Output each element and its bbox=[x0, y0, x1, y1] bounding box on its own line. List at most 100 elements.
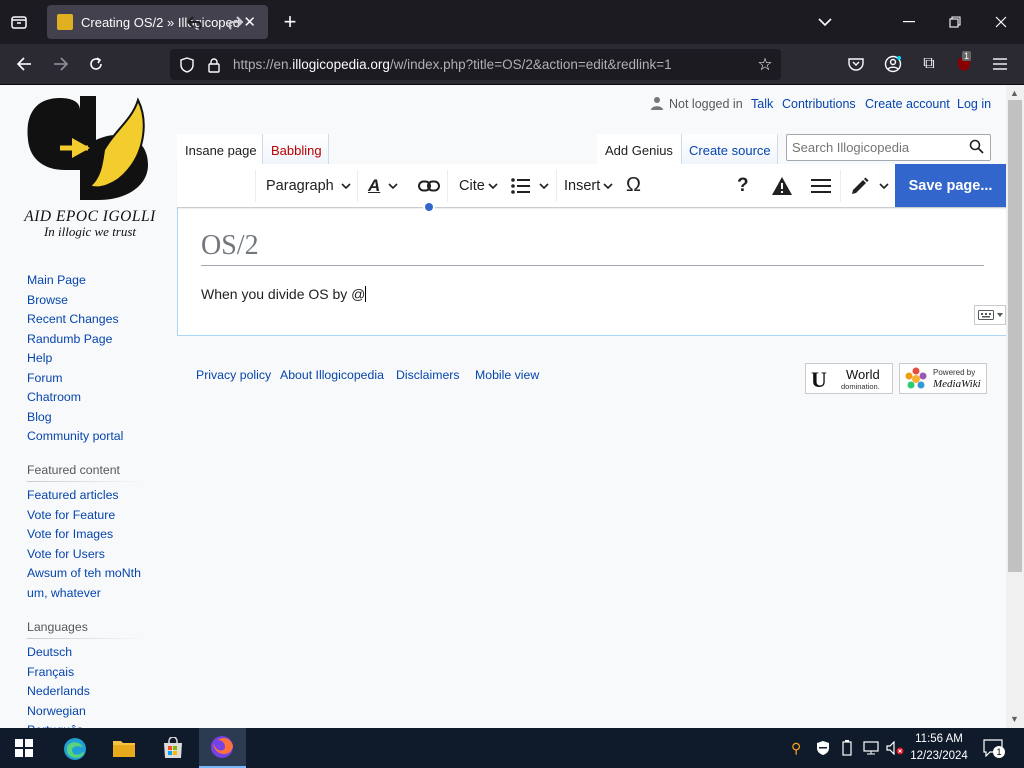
create-account-link[interactable]: Create account bbox=[865, 97, 950, 111]
sidebar-language-link[interactable]: Norwegian bbox=[27, 704, 86, 718]
search-tray-icon[interactable]: ⚲ bbox=[791, 740, 801, 757]
notices-button[interactable] bbox=[771, 164, 793, 207]
privacy-policy-link[interactable]: Privacy policy bbox=[196, 368, 271, 382]
search-input[interactable] bbox=[792, 139, 960, 156]
toolbar-divider bbox=[447, 170, 448, 202]
sidebar-link[interactable]: Recent Changes bbox=[27, 312, 119, 326]
sidebar-featured-link[interactable]: Vote for Users bbox=[27, 547, 105, 561]
firefox-taskbar-button[interactable] bbox=[199, 728, 246, 768]
sidebar-link[interactable]: Main Page bbox=[27, 273, 86, 287]
back-icon[interactable] bbox=[13, 53, 35, 75]
clock-date[interactable]: 12/23/2024 bbox=[905, 750, 973, 762]
sidebar-language-link[interactable]: Nederlands bbox=[27, 684, 90, 698]
list-dropdown[interactable] bbox=[511, 164, 549, 207]
undo-button[interactable] bbox=[186, 0, 208, 43]
ublock-icon[interactable]: 1 bbox=[953, 51, 975, 75]
notification-center-icon[interactable]: 1 bbox=[983, 739, 1005, 760]
file-explorer-icon[interactable] bbox=[112, 738, 136, 761]
contributions-link[interactable]: Contributions bbox=[782, 97, 856, 111]
special-character-button[interactable]: Ω bbox=[626, 164, 641, 207]
sidebar-featured-link[interactable]: Awsum of teh moNth bbox=[27, 566, 141, 580]
sidebar-featured-link[interactable]: Vote for Images bbox=[27, 527, 113, 541]
sidebar-link[interactable]: Randumb Page bbox=[27, 332, 112, 346]
featured-divider bbox=[27, 481, 147, 482]
log-in-link[interactable]: Log in bbox=[957, 97, 991, 111]
sidebar-link[interactable]: Help bbox=[27, 351, 52, 365]
sidebar-link[interactable]: Community portal bbox=[27, 429, 123, 443]
sidebar-language-link[interactable]: Deutsch bbox=[27, 645, 72, 659]
page-title[interactable]: OS/2 bbox=[201, 230, 259, 262]
minimize-icon[interactable] bbox=[898, 11, 920, 33]
page-body-text[interactable]: When you divide OS by @ bbox=[201, 286, 367, 302]
talk-link[interactable]: Talk bbox=[751, 97, 773, 111]
volume-muted-tray-icon[interactable] bbox=[886, 740, 904, 758]
edit-mode-dropdown[interactable] bbox=[850, 164, 889, 207]
text-style-dropdown[interactable]: A bbox=[368, 164, 398, 207]
disclaimers-link[interactable]: Disclaimers bbox=[396, 368, 460, 382]
close-window-icon[interactable] bbox=[990, 11, 1012, 33]
favicon-icon bbox=[57, 14, 73, 30]
powered-by-mediawiki-badge[interactable]: Powered by MediaWiki bbox=[899, 363, 987, 394]
cite-dropdown[interactable]: Cite bbox=[459, 164, 498, 207]
languages-divider bbox=[27, 638, 147, 639]
link-icon bbox=[418, 180, 440, 191]
restore-icon[interactable] bbox=[944, 11, 966, 33]
insert-dropdown[interactable]: Insert bbox=[564, 164, 613, 207]
url-text[interactable]: https://en.illogicopedia.org/w/index.php… bbox=[233, 57, 672, 72]
tab-add-genius-label[interactable]: Add Genius bbox=[605, 143, 673, 158]
sidebar-featured-link[interactable]: Featured articles bbox=[27, 488, 119, 502]
pocket-icon[interactable] bbox=[845, 53, 867, 75]
help-button[interactable]: ? bbox=[737, 164, 749, 207]
reload-icon[interactable] bbox=[85, 53, 107, 75]
search-icon[interactable] bbox=[969, 139, 984, 157]
sidebar-featured-link[interactable]: um, whatever bbox=[27, 586, 101, 600]
battery-tray-icon[interactable] bbox=[842, 740, 852, 759]
windows-start-icon[interactable] bbox=[15, 739, 33, 760]
save-page-button[interactable]: Save page... bbox=[895, 164, 1006, 207]
mobile-view-link[interactable]: Mobile view bbox=[475, 368, 539, 382]
sidebar-link[interactable]: Forum bbox=[27, 371, 63, 385]
scroll-down-arrow-icon[interactable]: ▼ bbox=[1010, 714, 1019, 724]
forward-icon[interactable] bbox=[50, 53, 72, 75]
lock-icon[interactable] bbox=[203, 54, 225, 76]
security-tray-icon[interactable] bbox=[816, 740, 830, 759]
tracking-protection-icon[interactable] bbox=[176, 54, 198, 76]
search-box[interactable] bbox=[786, 134, 991, 161]
sidebar-link[interactable]: Blog bbox=[27, 410, 52, 424]
account-icon[interactable] bbox=[882, 53, 904, 75]
tab-create-source-label[interactable]: Create source bbox=[689, 143, 771, 158]
address-bar[interactable]: https://en.illogicopedia.org/w/index.php… bbox=[170, 49, 781, 80]
microsoft-store-icon[interactable] bbox=[162, 736, 184, 762]
world-domination-badge[interactable]: U World domination. bbox=[805, 363, 893, 394]
new-tab-icon[interactable]: + bbox=[279, 9, 301, 34]
clock-time[interactable]: 11:56 AM bbox=[905, 733, 973, 745]
redo-button[interactable] bbox=[224, 0, 246, 43]
network-tray-icon[interactable] bbox=[863, 741, 879, 758]
extensions-icon[interactable]: ⧉ bbox=[918, 53, 940, 75]
menu-icon bbox=[811, 178, 831, 193]
list-all-tabs-icon[interactable] bbox=[815, 11, 835, 33]
insert-label: Insert bbox=[564, 177, 601, 194]
bookmark-star-icon[interactable]: ☆ bbox=[754, 54, 776, 76]
site-logo[interactable]: AID EPOC IGOLLI In illogic we trust bbox=[20, 90, 160, 242]
badge1-line1: World bbox=[846, 367, 880, 382]
scrollbar-thumb[interactable] bbox=[1008, 100, 1022, 572]
user-icon bbox=[651, 96, 665, 110]
sidebar-link[interactable]: Browse bbox=[27, 293, 68, 307]
page-options-button[interactable] bbox=[811, 164, 831, 207]
edge-icon[interactable] bbox=[62, 736, 88, 765]
keyboard-input-button[interactable] bbox=[974, 305, 1006, 325]
logo-line2: In illogic we trust bbox=[43, 224, 137, 239]
app-menu-icon[interactable] bbox=[989, 53, 1011, 75]
paragraph-dropdown[interactable]: Paragraph bbox=[266, 164, 351, 207]
undo-icon bbox=[186, 15, 202, 30]
sidebar-language-link[interactable]: Français bbox=[27, 665, 74, 679]
tab-insane-page-label[interactable]: Insane page bbox=[185, 143, 257, 158]
tab-title: Creating OS/2 » Illogicopedia - bbox=[81, 14, 239, 30]
about-link[interactable]: About Illogicopedia bbox=[280, 368, 384, 382]
tab-babbling-label[interactable]: Babbling bbox=[271, 143, 322, 158]
scroll-up-arrow-icon[interactable]: ▲ bbox=[1010, 88, 1019, 98]
sidebar-featured-link[interactable]: Vote for Feature bbox=[27, 508, 115, 522]
tab-list-icon[interactable] bbox=[8, 11, 30, 33]
sidebar-link[interactable]: Chatroom bbox=[27, 390, 81, 404]
